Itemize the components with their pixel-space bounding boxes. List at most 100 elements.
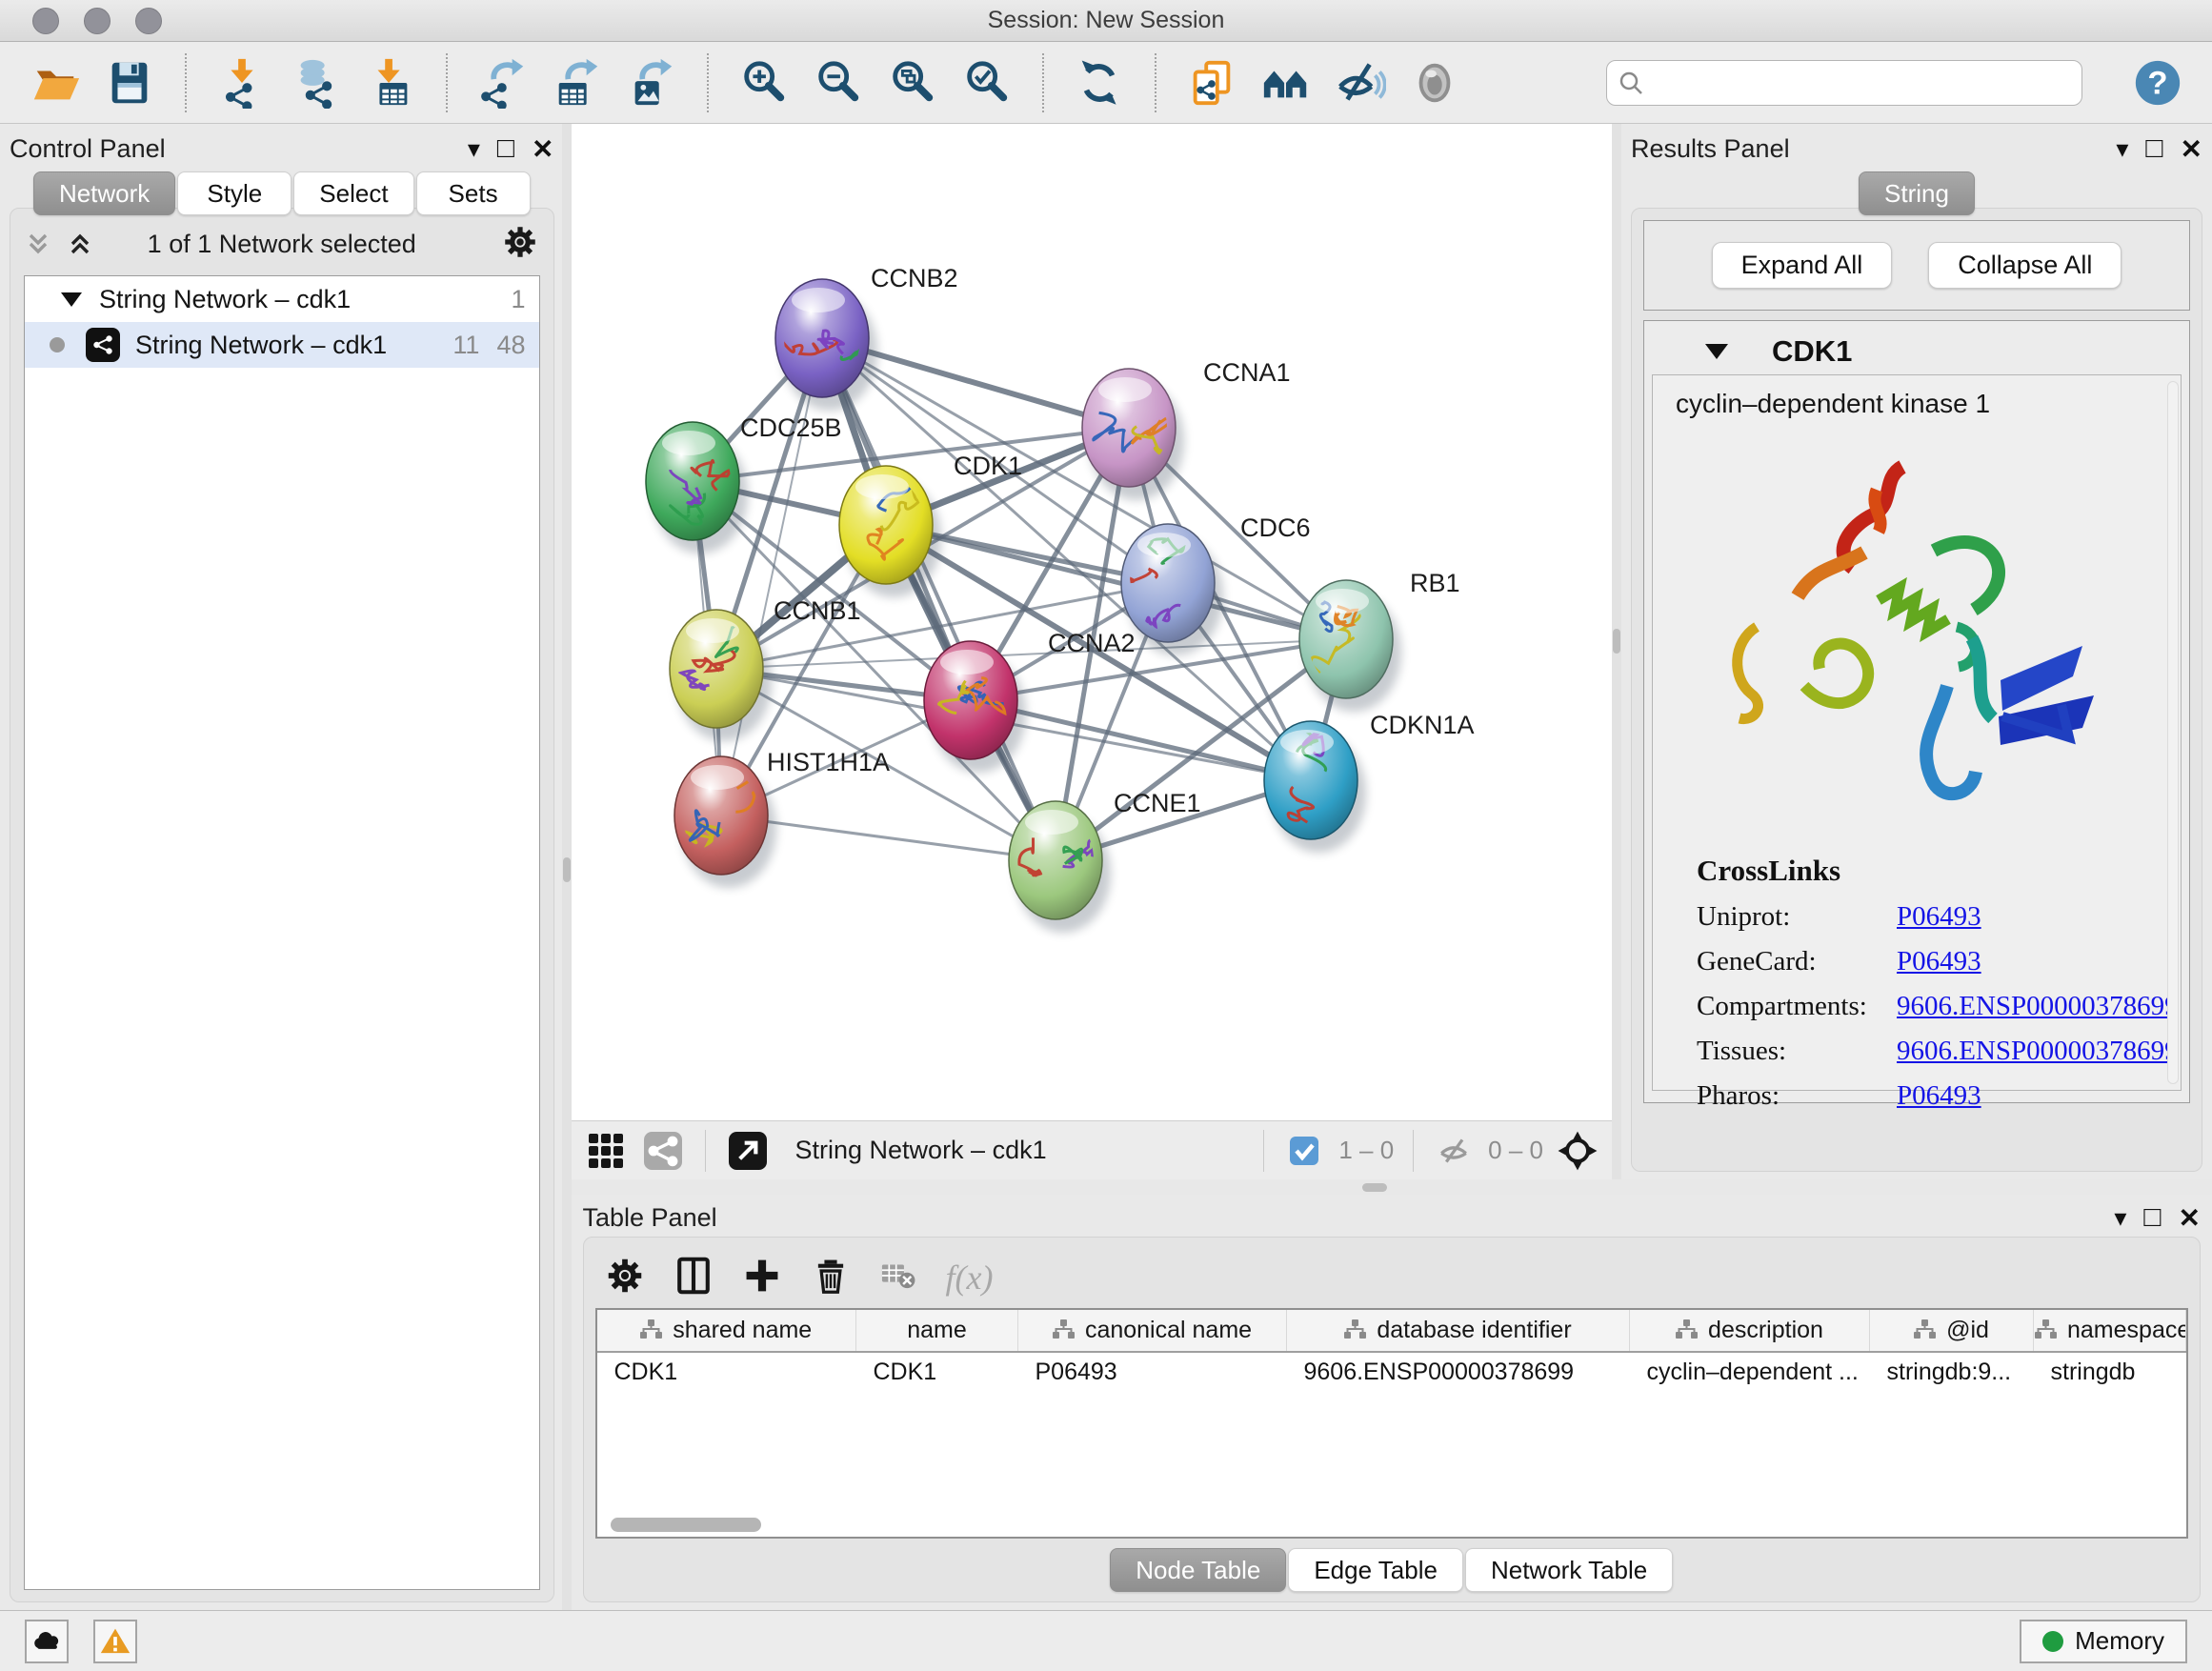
network-row[interactable]: String Network – cdk1 11 48 <box>25 322 539 368</box>
crosslink-row: GeneCard:P06493 <box>1697 946 2181 977</box>
graph-node-CCNE1[interactable] <box>1009 801 1103 919</box>
tab-style[interactable]: Style <box>177 171 292 215</box>
graph-node-CCNA2[interactable] <box>924 641 1017 759</box>
export-image-button[interactable] <box>625 55 678 111</box>
results-panel-splitter[interactable] <box>1612 124 1621 1179</box>
table-cell[interactable]: 9606.ENSP00000378699 <box>1287 1352 1630 1392</box>
splitter-grip[interactable] <box>563 857 571 882</box>
graph-node-HIST1H1A[interactable] <box>674 756 768 875</box>
selection-checkbox-icon[interactable] <box>1283 1130 1325 1172</box>
import-network-file-button[interactable] <box>215 55 269 111</box>
column-header-canonical-name[interactable]: canonical name <box>1018 1310 1287 1352</box>
network-graph[interactable]: CCNB2CCNA1CDC25BCDK1CDC6RB1CCNB1CCNA2CDK… <box>572 124 1572 1120</box>
tree-expand-icon[interactable] <box>61 292 82 307</box>
control-panel-float-icon[interactable]: □ <box>497 132 514 165</box>
cloud-button[interactable] <box>25 1620 69 1663</box>
add-column-icon[interactable] <box>740 1254 784 1302</box>
splitter-grip[interactable] <box>1613 629 1620 654</box>
tab-select[interactable]: Select <box>293 171 413 215</box>
help-button[interactable]: ? <box>2132 57 2183 109</box>
results-panel-menu-icon[interactable]: ▾ <box>2116 134 2128 164</box>
table-cell[interactable]: cyclin–dependent ... <box>1630 1352 1870 1392</box>
network-view-mode-icon[interactable] <box>642 1130 684 1172</box>
search-input[interactable] <box>1606 60 2082 106</box>
tab-string[interactable]: String <box>1859 171 1975 215</box>
birdseye-view-icon[interactable] <box>727 1130 769 1172</box>
graph-node-CCNA1[interactable] <box>1082 369 1176 487</box>
tab-node-table[interactable]: Node Table <box>1110 1548 1286 1592</box>
first-neighbors-button[interactable] <box>1259 55 1313 111</box>
gene-entry-header[interactable]: CDK1 <box>1652 329 2182 374</box>
table-cell[interactable]: P06493 <box>1018 1352 1287 1392</box>
table-horizontal-scrollbar[interactable] <box>611 1518 761 1532</box>
column-header-shared-name[interactable]: shared name <box>597 1310 856 1352</box>
table-panel-float-icon[interactable]: □ <box>2143 1201 2161 1234</box>
show-columns-icon[interactable] <box>672 1254 715 1302</box>
table-row[interactable]: CDK1CDK1P064939606.ENSP00000378699cyclin… <box>597 1352 2186 1392</box>
warning-button[interactable] <box>93 1620 137 1663</box>
crosslink-link[interactable]: 9606.ENSP00000378699 <box>1897 991 2179 1022</box>
results-scrollbar[interactable] <box>2167 381 2179 1084</box>
import-table-button[interactable] <box>364 55 417 111</box>
node-table[interactable]: shared namenamecanonical namedatabase id… <box>595 1308 2189 1539</box>
zoom-selected-button[interactable] <box>960 55 1014 111</box>
table-settings-gear-icon[interactable] <box>603 1254 647 1302</box>
refresh-view-button[interactable] <box>1073 55 1126 111</box>
graph-node-CDK1[interactable] <box>839 465 933 584</box>
hide-selected-button[interactable] <box>1334 55 1387 111</box>
table-panel-menu-icon[interactable]: ▾ <box>2114 1203 2126 1233</box>
gene-collapse-icon[interactable] <box>1705 344 1728 359</box>
table-panel-splitter[interactable] <box>572 1179 2212 1195</box>
grid-view-icon[interactable] <box>585 1130 627 1172</box>
open-session-button[interactable] <box>29 55 82 111</box>
function-builder-icon[interactable]: f(x) <box>946 1258 994 1298</box>
tab-sets[interactable]: Sets <box>416 171 531 215</box>
crosshair-icon[interactable] <box>1557 1130 1599 1172</box>
column-header-name[interactable]: name <box>856 1310 1018 1352</box>
table-panel-close-icon[interactable]: ✕ <box>2179 1202 2201 1234</box>
splitter-grip[interactable] <box>1362 1183 1387 1192</box>
column-header-description[interactable]: description <box>1630 1310 1870 1352</box>
table-cell[interactable]: stringdb <box>2034 1352 2186 1392</box>
clone-network-button[interactable] <box>1185 55 1238 111</box>
tab-network[interactable]: Network <box>33 171 175 215</box>
delete-table-icon[interactable] <box>877 1254 921 1302</box>
zoom-fit-button[interactable] <box>886 55 939 111</box>
collapse-all-button[interactable]: Collapse All <box>1928 242 2122 289</box>
graph-node-CCNB1[interactable] <box>670 610 763 728</box>
search-field[interactable] <box>1651 69 2070 97</box>
zoom-in-button[interactable] <box>737 55 791 111</box>
control-panel-close-icon[interactable]: ✕ <box>532 133 553 165</box>
import-network-database-button[interactable] <box>290 55 343 111</box>
show-all-button[interactable] <box>1408 55 1461 111</box>
hidden-eye-slash-icon[interactable] <box>1433 1130 1475 1172</box>
expand-all-button[interactable]: Expand All <box>1712 242 1893 289</box>
network-canvas[interactable]: CCNB2CCNA1CDC25BCDK1CDC6RB1CCNB1CCNA2CDK… <box>572 124 1613 1120</box>
crosslink-link[interactable]: P06493 <box>1897 901 1981 933</box>
save-session-button[interactable] <box>103 55 156 111</box>
column-header-database-identifier[interactable]: database identifier <box>1287 1310 1630 1352</box>
results-panel-float-icon[interactable]: □ <box>2145 132 2162 165</box>
graph-node-RB1[interactable] <box>1299 580 1393 698</box>
network-collection-row[interactable]: String Network – cdk1 1 <box>25 276 539 322</box>
zoom-out-button[interactable] <box>812 55 865 111</box>
crosslink-link[interactable]: P06493 <box>1897 1080 1981 1112</box>
control-panel-splitter[interactable] <box>562 124 572 1610</box>
table-cell[interactable]: stringdb:9... <box>1870 1352 2034 1392</box>
table-cell[interactable]: CDK1 <box>856 1352 1018 1392</box>
export-network-button[interactable] <box>476 55 530 111</box>
memory-button[interactable]: Memory <box>2020 1620 2187 1663</box>
column-header-namespace[interactable]: namespace <box>2034 1310 2186 1352</box>
crosslink-link[interactable]: P06493 <box>1897 946 1981 977</box>
crosslink-link[interactable]: 9606.ENSP00000378699 <box>1897 1036 2179 1067</box>
table-cell[interactable]: CDK1 <box>597 1352 856 1392</box>
control-panel-menu-icon[interactable]: ▾ <box>468 134 480 164</box>
delete-column-icon[interactable] <box>809 1254 853 1302</box>
tab-edge-table[interactable]: Edge Table <box>1288 1548 1463 1592</box>
graph-node-CDC25B[interactable] <box>646 422 739 540</box>
results-panel-close-icon[interactable]: ✕ <box>2181 133 2202 165</box>
tab-network-table[interactable]: Network Table <box>1465 1548 1673 1592</box>
column-header-@id[interactable]: @id <box>1870 1310 2034 1352</box>
network-options-gear-icon[interactable] <box>500 222 540 267</box>
export-table-button[interactable] <box>551 55 604 111</box>
